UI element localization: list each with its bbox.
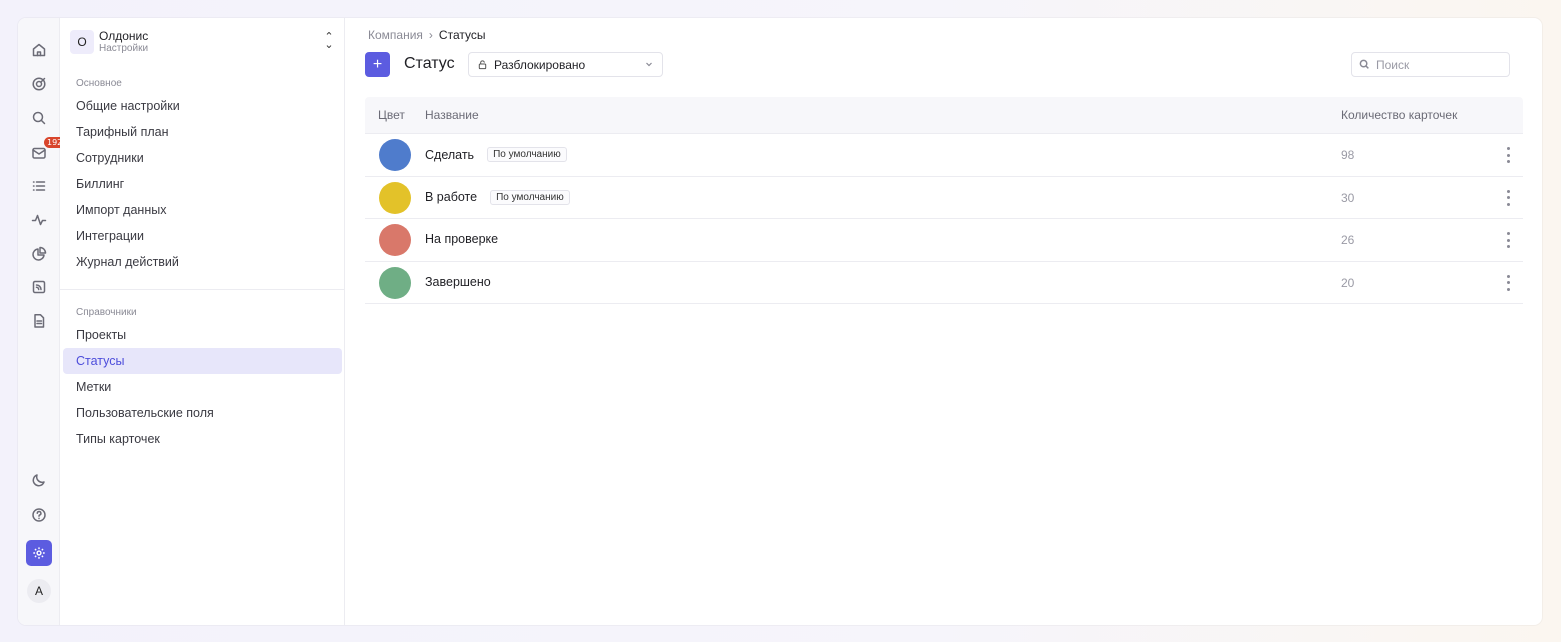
sidebar-item-plan[interactable]: Тарифный план	[63, 119, 342, 145]
default-badge: По умолчанию	[490, 189, 570, 205]
search-icon[interactable]	[29, 108, 49, 128]
more-vertical-icon[interactable]	[1505, 232, 1511, 248]
sidebar-item-labels[interactable]: Метки	[63, 374, 342, 400]
chevron-up-down-icon: ⌃ ⌄	[324, 31, 334, 51]
chevron-down-icon	[646, 62, 652, 67]
status-color-swatch[interactable]	[379, 181, 411, 214]
column-header-color[interactable]: Цвет	[378, 108, 405, 122]
more-vertical-icon[interactable]	[1505, 274, 1511, 291]
filter-value: Разблокировано	[494, 57, 586, 72]
inbox-icon[interactable]: 192	[29, 137, 66, 163]
user-avatar[interactable]: A	[27, 579, 51, 603]
breadcrumb-current: Статусы	[438, 28, 486, 42]
table-row[interactable]: Сделать По умолчанию 98	[365, 134, 1523, 177]
breadcrumb: Компания › Статусы	[368, 28, 485, 42]
status-name: Сделать	[425, 147, 475, 162]
moon-icon[interactable]	[29, 470, 49, 490]
sidebar-item-general[interactable]: Общие настройки	[63, 93, 342, 119]
search-input[interactable]	[1376, 57, 1496, 72]
status-name: В работе	[425, 190, 478, 204]
sidebar-item-integrations[interactable]: Интеграции	[63, 223, 342, 249]
list-icon[interactable]	[29, 176, 49, 196]
add-status-button[interactable]: +	[365, 52, 390, 77]
column-header-count[interactable]: Количество карточек	[1341, 108, 1457, 122]
gear-icon	[33, 547, 45, 559]
status-name: На проверке	[425, 232, 499, 246]
status-color-swatch[interactable]	[379, 266, 411, 299]
settings-sidebar: O Олдонис Настройки ⌃ ⌄ Основное Общие на…	[60, 18, 345, 625]
breadcrumb-parent[interactable]: Компания	[368, 28, 423, 42]
settings-button[interactable]	[26, 540, 52, 566]
card-count: 30	[1341, 190, 1355, 205]
table-row[interactable]: На проверке 26	[365, 219, 1523, 262]
sidebar-divider	[60, 289, 344, 290]
chevron-right-icon: ›	[428, 28, 433, 42]
document-icon[interactable]	[29, 311, 49, 331]
lock-icon	[478, 60, 487, 70]
workspace-name: Олдонис	[99, 28, 149, 43]
section-title-refs: Справочники	[76, 307, 137, 318]
home-icon[interactable]	[29, 40, 49, 60]
icon-rail: 192 A	[18, 18, 66, 625]
table-row[interactable]: В работе По умолчанию 30	[365, 177, 1523, 219]
sidebar-item-custom-fields[interactable]: Пользовательские поля	[63, 400, 342, 426]
statuses-table: Цвет Название Количество карточек Сделат…	[365, 97, 1523, 304]
page-title: Статус	[404, 55, 455, 72]
card-count: 20	[1341, 275, 1355, 290]
more-vertical-icon[interactable]	[1505, 189, 1511, 206]
sidebar-item-audit-log[interactable]: Журнал действий	[63, 249, 342, 275]
card-count: 98	[1341, 148, 1355, 162]
search-icon	[1359, 59, 1369, 69]
search-field[interactable]	[1351, 52, 1510, 77]
card-count: 26	[1341, 233, 1355, 247]
activity-icon[interactable]	[29, 210, 49, 230]
help-icon[interactable]	[29, 505, 49, 525]
table-header: Цвет Название Количество карточек	[365, 97, 1523, 134]
target-icon[interactable]	[29, 74, 49, 94]
sidebar-item-employees[interactable]: Сотрудники	[63, 145, 342, 171]
column-header-name[interactable]: Название	[425, 108, 479, 122]
sidebar-item-projects[interactable]: Проекты	[63, 322, 342, 348]
default-badge: По умолчанию	[487, 147, 567, 162]
workspace-subtitle: Настройки	[99, 42, 149, 54]
sidebar-item-billing[interactable]: Биллинг	[63, 171, 342, 197]
pie-chart-icon[interactable]	[29, 244, 49, 264]
workspace-switcher[interactable]: O Олдонис Настройки ⌃ ⌄	[70, 27, 334, 57]
workspace-avatar: O	[70, 30, 94, 54]
sidebar-item-import[interactable]: Импорт данных	[63, 197, 342, 223]
status-color-swatch[interactable]	[379, 139, 411, 171]
table-row[interactable]: Завершено 20	[365, 262, 1523, 304]
status-name: Завершено	[425, 274, 491, 289]
feed-icon[interactable]	[29, 277, 49, 297]
sidebar-item-statuses[interactable]: Статусы	[63, 348, 342, 374]
sidebar-item-card-types[interactable]: Типы карточек	[63, 426, 342, 452]
more-vertical-icon[interactable]	[1505, 147, 1511, 163]
status-color-swatch[interactable]	[379, 224, 411, 256]
main-content: Компания › Статусы + Статус Разблокирова…	[345, 18, 1542, 625]
app-window: 192 A O Олдонис Настройки ⌃ ⌄ Основное О…	[18, 18, 1542, 625]
lock-filter-select[interactable]: Разблокировано	[468, 52, 663, 77]
section-title-main: Основное	[76, 78, 122, 89]
